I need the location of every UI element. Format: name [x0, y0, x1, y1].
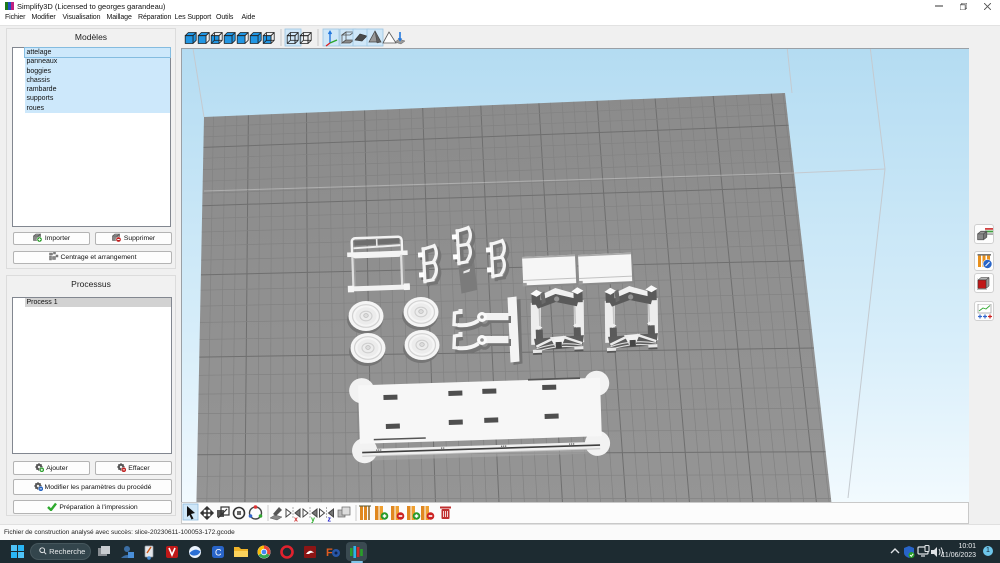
svg-text:C: C — [215, 548, 222, 558]
svg-text:F: F — [326, 547, 333, 559]
svg-text:z: z — [328, 517, 332, 524]
svg-text:y: y — [311, 517, 315, 524]
svg-text:x: x — [294, 517, 298, 524]
